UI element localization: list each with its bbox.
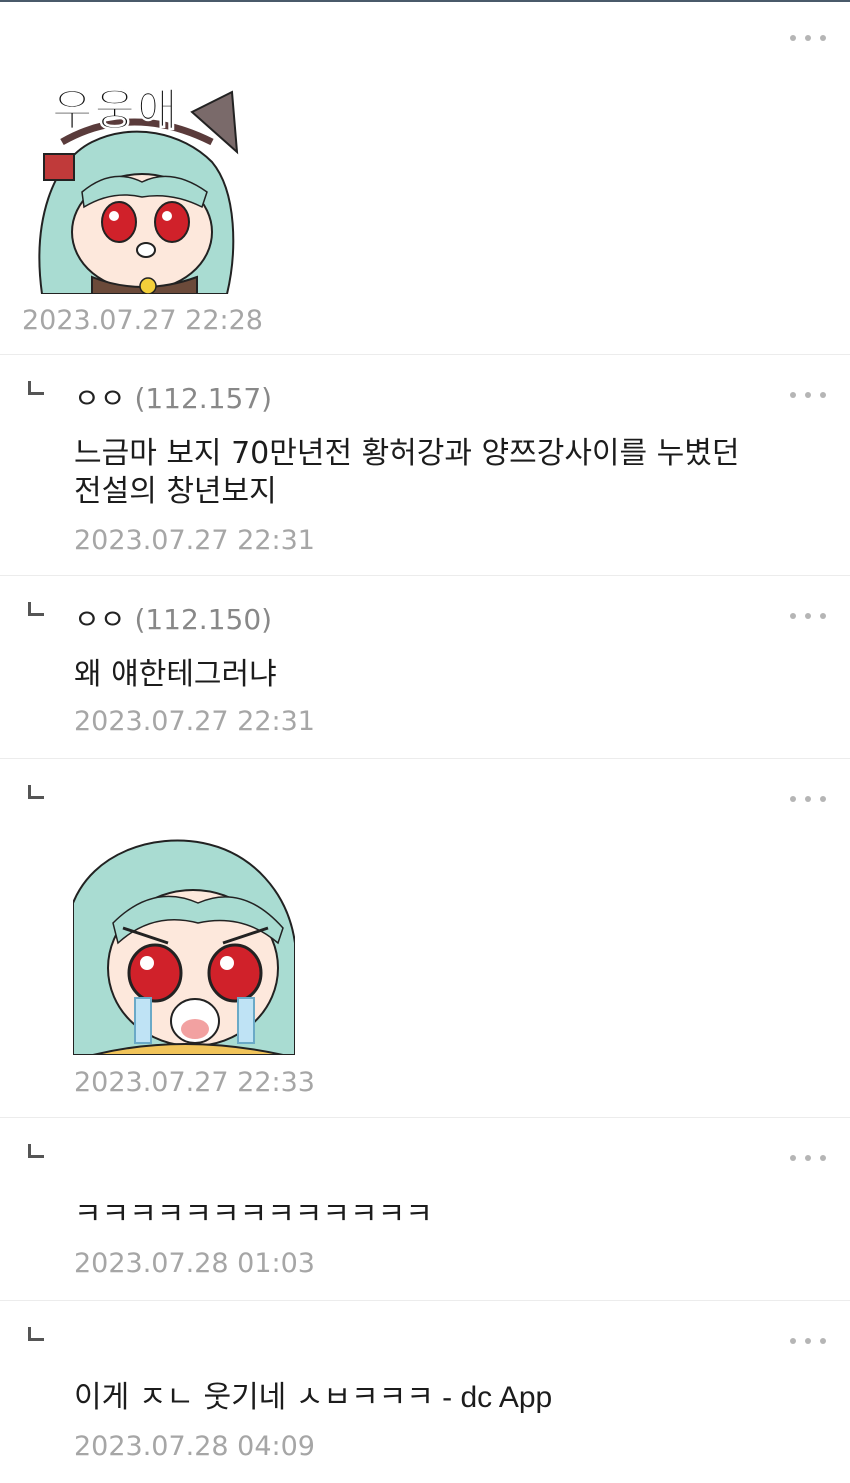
comment-date: 2023.07.28 04:09 (74, 1431, 315, 1462)
dc-app-suffix: - dc App (433, 1381, 553, 1414)
comment-text-main: 이게 ㅈㄴ 웃기네 ㅅㅂㅋㅋㅋ (74, 1380, 434, 1415)
comment-text: 이게 ㅈㄴ 웃기네 ㅅㅂㅋㅋㅋ - dc App (74, 1379, 794, 1417)
reply-item: 2023.07.27 22:33 (0, 759, 850, 1118)
comment-text: ㅋㅋㅋㅋㅋㅋㅋㅋㅋㅋㅋㅋㅋ (74, 1196, 794, 1234)
reply-arrow-icon (28, 785, 44, 799)
more-dots-icon[interactable] (790, 610, 826, 622)
reply-arrow-icon (28, 1144, 44, 1158)
comment-author[interactable]: ㅇㅇ (112.150) (74, 598, 272, 638)
more-dots-icon[interactable] (790, 1152, 826, 1164)
more-dots-icon[interactable] (790, 793, 826, 805)
author-name: ㅇㅇ (74, 382, 126, 415)
author-ip: (112.157) (134, 382, 273, 415)
comment-author[interactable]: ㅇㅇ (112.157) (74, 377, 272, 417)
sticker-image: 우웅애 (22, 72, 244, 294)
comment-date: 2023.07.27 22:28 (22, 305, 263, 336)
reply-arrow-icon (28, 602, 44, 616)
sticker-girl-sobbing-icon (73, 833, 295, 1055)
sticker-image (73, 833, 295, 1055)
comment-text-line: 느금마 보지 70만년전 황허강과 양쯔강사이를 누볐던 (74, 436, 740, 471)
more-dots-icon[interactable] (790, 389, 826, 401)
comment-text-line: 전설의 창년보지 (74, 474, 277, 509)
comment-text: 느금마 보지 70만년전 황허강과 양쯔강사이를 누볐던 전설의 창년보지 (74, 435, 794, 511)
comment-date: 2023.07.27 22:31 (74, 525, 315, 556)
reply-item: ㅋㅋㅋㅋㅋㅋㅋㅋㅋㅋㅋㅋㅋ 2023.07.28 01:03 (0, 1118, 850, 1301)
comment-date: 2023.07.28 01:03 (74, 1248, 315, 1279)
reply-item: ㅇㅇ (112.157) 느금마 보지 70만년전 황허강과 양쯔강사이를 누볐… (0, 355, 850, 576)
comment-item: 우웅애 2023.07.27 22:28 (0, 2, 850, 355)
sticker-caption: 우웅애 (51, 85, 180, 137)
author-name: ㅇㅇ (74, 603, 126, 636)
reply-item: ㅇㅇ (112.150) 왜 얘한테그러냐 2023.07.27 22:31 (0, 576, 850, 759)
comment-text: 왜 얘한테그러냐 (74, 656, 794, 694)
comment-text-line: 왜 얘한테그러냐 (74, 657, 277, 692)
reply-item: 이게 ㅈㄴ 웃기네 ㅅㅂㅋㅋㅋ - dc App 2023.07.28 04:0… (0, 1301, 850, 1483)
more-dots-icon[interactable] (790, 32, 826, 44)
comment-date: 2023.07.27 22:33 (74, 1067, 315, 1098)
comment-date: 2023.07.27 22:31 (74, 706, 315, 737)
more-dots-icon[interactable] (790, 1335, 826, 1347)
reply-arrow-icon (28, 381, 44, 395)
author-ip: (112.150) (134, 603, 273, 636)
comment-text-line: ㅋㅋㅋㅋㅋㅋㅋㅋㅋㅋㅋㅋㅋ (74, 1197, 433, 1232)
reply-arrow-icon (28, 1327, 44, 1341)
